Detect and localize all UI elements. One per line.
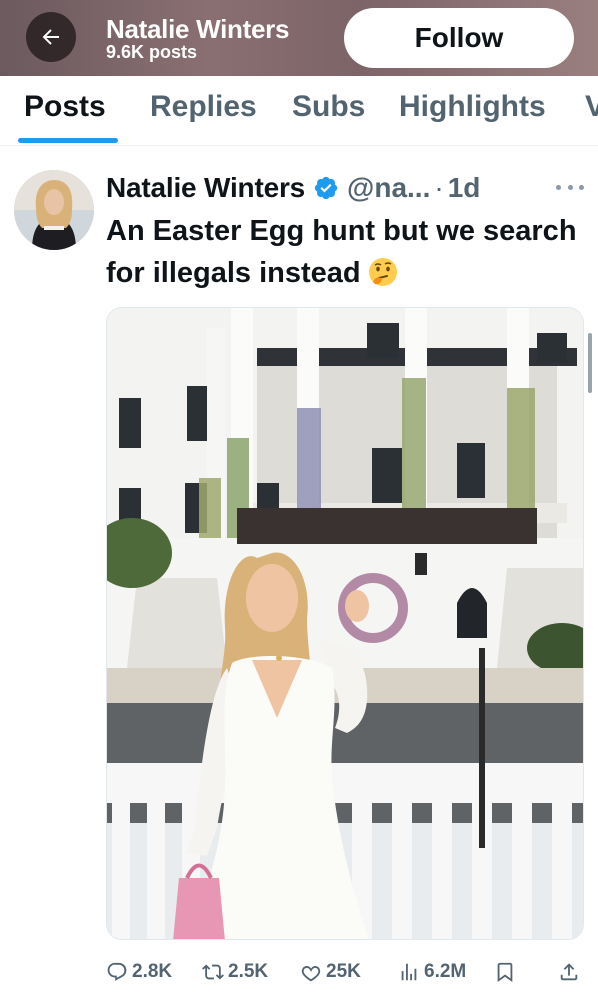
bookmark-icon xyxy=(497,962,513,983)
share-icon xyxy=(560,963,578,981)
back-button[interactable] xyxy=(26,12,76,62)
post-separator: · xyxy=(434,172,444,203)
profile-tabs: Posts Replies Subs Highlights V xyxy=(0,76,598,146)
reply-icon xyxy=(107,962,127,981)
like-button[interactable]: 25K xyxy=(300,952,361,992)
tab-replies[interactable]: Replies xyxy=(150,90,257,124)
views-count: 6.2M xyxy=(424,961,467,982)
post-text-content: An Easter Egg hunt but we search for ill… xyxy=(106,215,577,289)
share-button[interactable] xyxy=(558,952,584,992)
tab-highlights[interactable]: Highlights xyxy=(399,90,546,124)
repost-button[interactable]: 2.5K xyxy=(202,952,268,992)
tab-more[interactable]: V xyxy=(585,90,598,124)
scrollbar[interactable] xyxy=(588,333,592,393)
avatar[interactable] xyxy=(14,170,94,250)
follow-button[interactable]: Follow xyxy=(344,8,574,68)
post-header: Natalie Winters @na... · 1d xyxy=(106,168,480,208)
avatar-image xyxy=(14,170,94,250)
tab-posts[interactable]: Posts xyxy=(24,90,106,124)
repost-count: 2.5K xyxy=(228,961,269,982)
repost-icon xyxy=(202,964,224,980)
profile-header: Natalie Winters 9.6K posts Follow xyxy=(0,0,598,76)
tab-subs[interactable]: Subs xyxy=(292,90,365,124)
arrow-left-icon xyxy=(42,29,59,45)
post-photo xyxy=(107,308,583,939)
posts-count: 9.6K posts xyxy=(106,42,198,62)
heart-icon xyxy=(301,966,321,982)
bookmark-button[interactable] xyxy=(494,952,520,992)
thinking-face-icon xyxy=(368,258,397,286)
active-tab-indicator xyxy=(18,138,118,143)
post-actions: 2.8K 2.5K 25K 6.2M xyxy=(0,952,598,992)
verified-badge-icon xyxy=(314,176,338,200)
profile-name: Natalie Winters xyxy=(106,14,290,44)
more-options-icon[interactable] xyxy=(556,180,584,194)
post-text: An Easter Egg hunt but we search for ill… xyxy=(106,210,586,294)
post-author[interactable]: Natalie Winters xyxy=(106,172,305,204)
bar-chart-icon xyxy=(401,963,417,981)
post-image[interactable] xyxy=(106,307,584,940)
like-count: 25K xyxy=(326,961,361,982)
views-button[interactable]: 6.2M xyxy=(398,952,466,992)
post-timestamp[interactable]: 1d xyxy=(448,172,481,204)
reply-button[interactable]: 2.8K xyxy=(106,952,172,992)
reply-count: 2.8K xyxy=(132,961,173,982)
post-handle[interactable]: @na... xyxy=(347,172,430,204)
